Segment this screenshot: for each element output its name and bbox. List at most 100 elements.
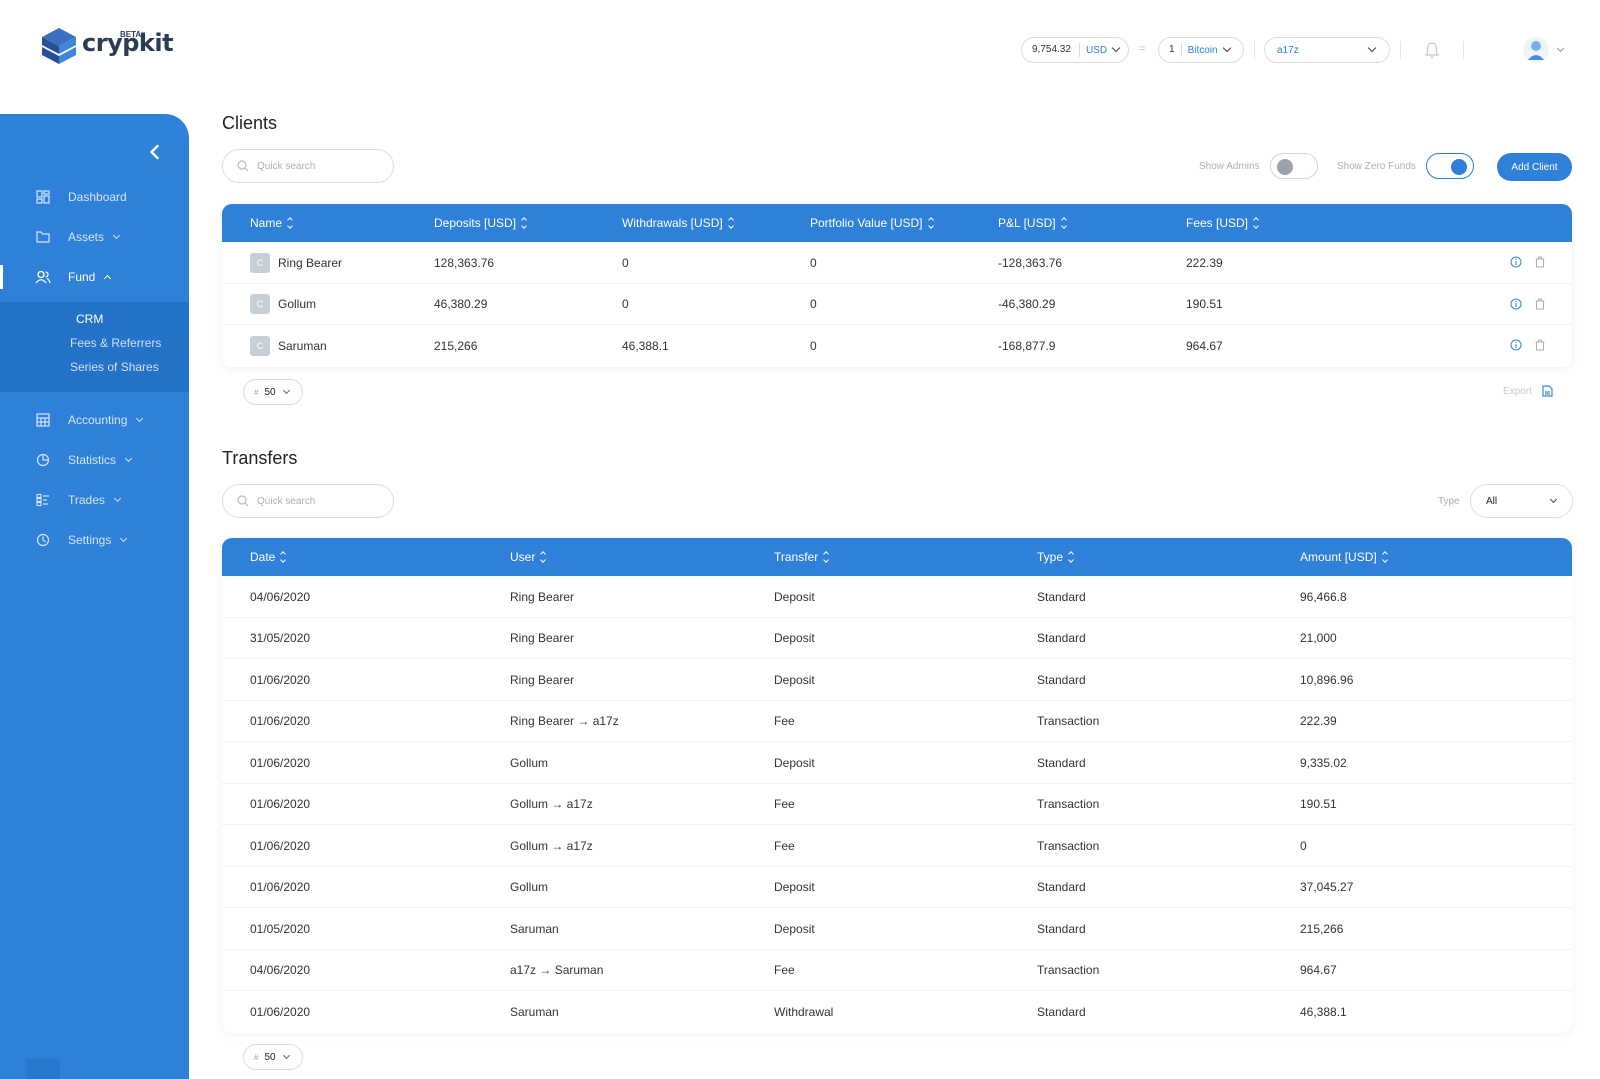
sort-icon (1060, 217, 1067, 229)
table-row[interactable]: 01/06/2020 Gollum → a17z Fee Transaction… (222, 825, 1572, 867)
column-header-portfolio-value[interactable]: Portfolio Value [USD] (810, 204, 934, 242)
column-label: Fees [USD] (1186, 216, 1249, 230)
info-icon[interactable] (1510, 297, 1522, 310)
sidebar-subitem-fees-referrers[interactable]: Fees & Referrers (70, 336, 161, 350)
date-cell: 01/05/2020 (250, 921, 311, 936)
table-row[interactable]: 01/06/2020 Ring Bearer Deposit Standard … (222, 659, 1572, 701)
hash-icon: # (254, 1052, 259, 1062)
sidebar-item-statistics[interactable]: Statistics (0, 448, 189, 472)
clients-per-page-select[interactable]: # 50 (243, 379, 303, 405)
column-header-amount[interactable]: Amount [USD] (1300, 538, 1388, 576)
date-cell: 01/06/2020 (250, 838, 311, 853)
sidebar-subitem-series-of-shares[interactable]: Series of Shares (70, 360, 159, 374)
table-row[interactable]: 01/06/2020 Gollum Deposit Standard 9,335… (222, 742, 1572, 784)
toggle-knob (1276, 159, 1293, 175)
info-icon[interactable] (1510, 256, 1522, 268)
column-label: Date (250, 550, 276, 564)
info-icon[interactable] (1510, 339, 1522, 351)
show-admins-toggle[interactable] (1269, 153, 1318, 179)
sidebar-item-accounting[interactable]: Accounting (0, 408, 189, 432)
type-filter-select[interactable]: All (1470, 484, 1573, 518)
column-label: Name (250, 216, 283, 230)
user-menu[interactable] (1522, 36, 1565, 64)
table-row[interactable]: 01/06/2020 Gollum → a17z Fee Transaction… (222, 784, 1572, 825)
account-selector[interactable]: a17z (1264, 37, 1390, 63)
balance-selector[interactable]: 9,754.32 USD (1021, 37, 1129, 63)
table-row[interactable]: 31/05/2020 Ring Bearer Deposit Standard … (222, 618, 1572, 659)
column-header-user[interactable]: User (510, 538, 547, 576)
sidebar-item-trades[interactable]: Trades (0, 488, 189, 512)
type-cell: Standard (1037, 755, 1086, 770)
brand-logo[interactable]: crypkit (40, 26, 174, 66)
transfer-cell: Fee (774, 714, 795, 728)
export-icon (1542, 385, 1553, 397)
sidebar-footer-button[interactable] (26, 1059, 60, 1079)
sidebar-item-fund[interactable]: Fund (0, 265, 189, 289)
collapse-sidebar-icon[interactable] (147, 144, 163, 160)
sidebar-item-dashboard[interactable]: Dashboard (0, 185, 189, 209)
add-client-button[interactable]: Add Client (1497, 153, 1572, 181)
show-zero-funds-toggle[interactable] (1425, 153, 1474, 179)
transfer-cell: Deposit (774, 631, 815, 645)
table-row[interactable]: 01/06/2020 Ring Bearer → a17z Fee Transa… (222, 701, 1572, 742)
table-row[interactable]: C Gollum 46,380.29 0 0 -46,380.29 190.51 (222, 284, 1572, 325)
type-filter-value: All (1486, 495, 1498, 507)
column-header-date[interactable]: Date (250, 538, 287, 576)
table-row[interactable]: 01/05/2020 Saruman Deposit Standard 215,… (222, 908, 1572, 950)
balance-value: 9,754.32 (1022, 43, 1080, 57)
coin-selector[interactable]: 1 Bitcoin (1158, 37, 1244, 63)
column-label: User (510, 550, 536, 564)
bell-icon[interactable] (1424, 41, 1440, 59)
deposits-cell: 215,266 (434, 338, 478, 353)
list-icon (34, 491, 52, 509)
sidebar-item-label: Statistics (68, 453, 117, 467)
client-avatar: C (250, 294, 270, 314)
column-label: Amount [USD] (1300, 550, 1377, 564)
column-header-transfer[interactable]: Transfer (774, 538, 830, 576)
clients-table-header: Name Deposits [USD] Withdrawals [USD] Po… (222, 204, 1572, 242)
table-row[interactable]: 04/06/2020 Ring Bearer Deposit Standard … (222, 576, 1572, 618)
chevron-down-icon (112, 231, 121, 240)
pie-chart-icon (34, 451, 52, 469)
clients-search-input[interactable] (257, 160, 377, 172)
chevron-up-icon (104, 274, 112, 283)
table-row[interactable]: 01/06/2020 Gollum Deposit Standard 37,04… (222, 867, 1572, 908)
user-cell: Saruman (510, 1004, 559, 1019)
date-cell: 01/06/2020 (250, 755, 311, 770)
users-icon (34, 268, 52, 286)
column-header-deposits[interactable]: Deposits [USD] (434, 204, 527, 242)
transfers-per-page-select[interactable]: # 50 (243, 1044, 303, 1070)
calculator-icon (34, 411, 52, 429)
fees-cell: 964.67 (1186, 338, 1223, 353)
trash-icon[interactable] (1534, 298, 1546, 310)
user-cell: Saruman (510, 921, 559, 936)
column-header-withdrawals[interactable]: Withdrawals [USD] (622, 204, 734, 242)
transfers-search[interactable] (222, 484, 394, 518)
sort-icon (1253, 217, 1259, 229)
sidebar-item-settings[interactable]: Settings (0, 528, 189, 552)
user-cell: Ring Bearer (510, 672, 575, 687)
transfer-cell: Fee (774, 797, 795, 811)
transfers-search-input[interactable] (257, 495, 377, 507)
table-row[interactable]: C Saruman 215,266 46,388.1 0 -168,877.9 9… (222, 325, 1572, 367)
export-button[interactable]: Export (1503, 385, 1553, 397)
sidebar-item-assets[interactable]: Assets (0, 225, 189, 249)
avatar (1523, 37, 1549, 63)
trash-icon[interactable] (1534, 256, 1546, 268)
divider (1463, 41, 1464, 59)
column-header-type[interactable]: Type (1037, 538, 1074, 576)
client-name-cell: C Saruman (250, 325, 327, 366)
table-row[interactable]: 01/06/2020 Saruman Withdrawal Standard 4… (222, 991, 1572, 1033)
clients-search[interactable] (222, 149, 394, 183)
date-cell: 04/06/2020 (250, 963, 311, 977)
divider (1400, 41, 1401, 59)
column-header-fees[interactable]: Fees [USD] (1186, 204, 1259, 242)
type-cell: Standard (1037, 1004, 1086, 1019)
chevron-down-icon (282, 1051, 290, 1059)
sidebar-subitem-crm[interactable]: CRM (76, 312, 103, 326)
table-row[interactable]: 04/06/2020 a17z → Saruman Fee Transactio… (222, 950, 1572, 991)
trash-icon[interactable] (1534, 339, 1546, 351)
column-header-name[interactable]: Name (250, 204, 293, 242)
table-row[interactable]: C Ring Bearer 128,363.76 0 0 -128,363.76 … (222, 242, 1572, 284)
column-header-pnl[interactable]: P&L [USD] (998, 204, 1067, 242)
